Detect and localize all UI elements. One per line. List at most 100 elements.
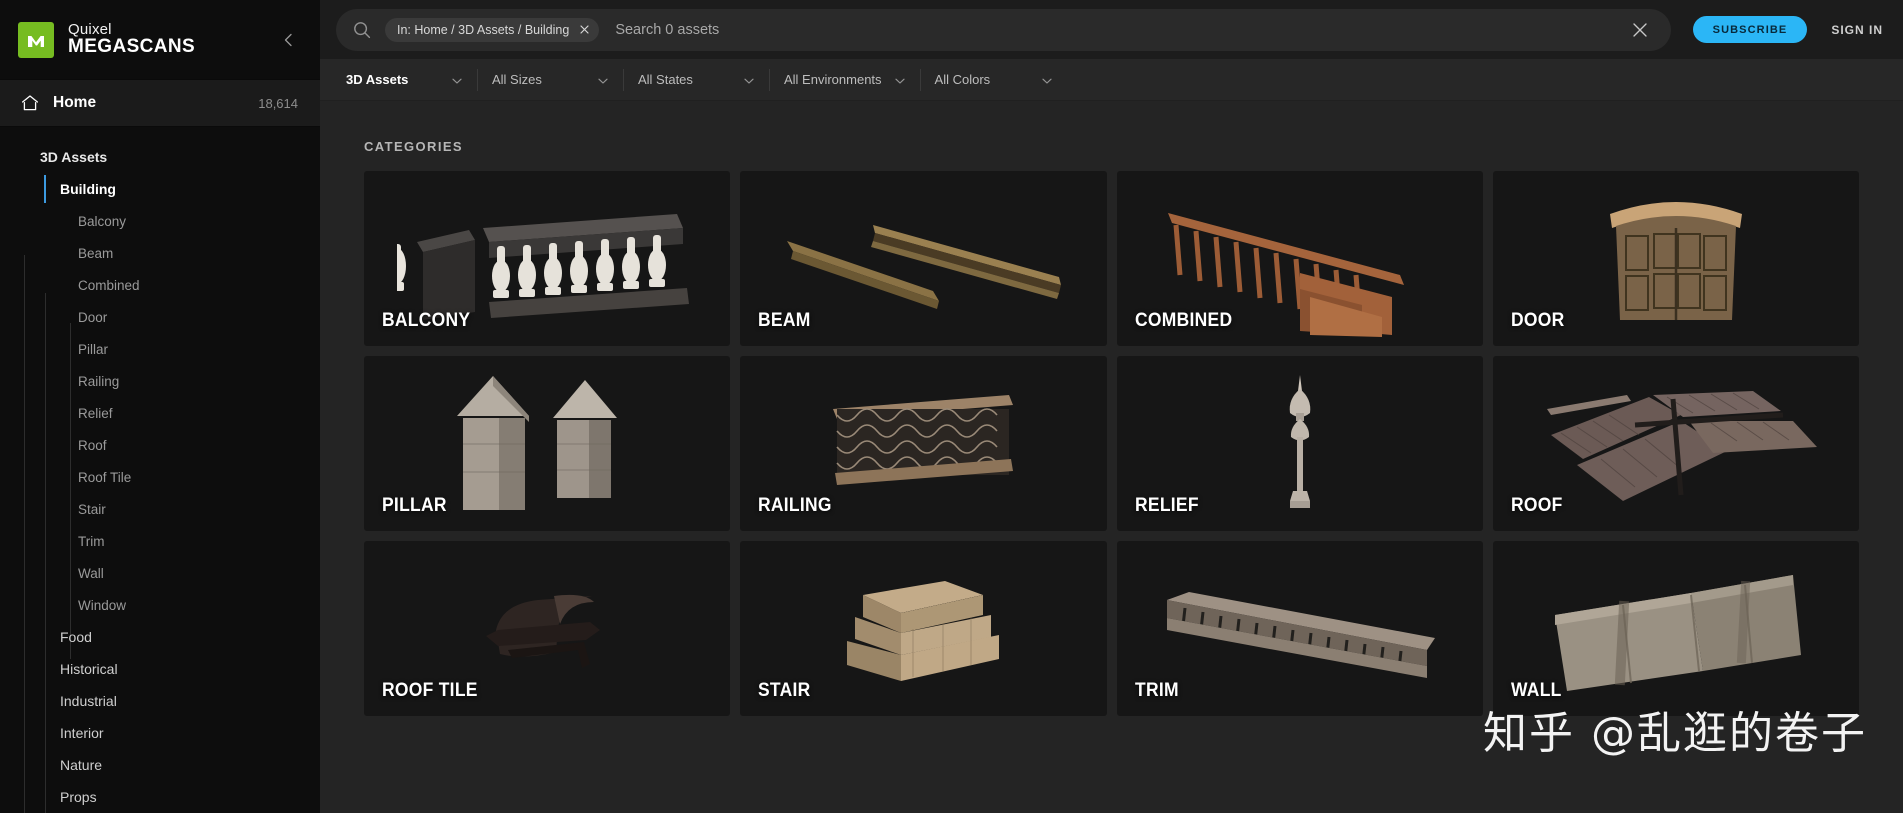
sidebar-item-label: Building [60,181,116,197]
sidebar-item-label: Props [60,789,97,805]
filter-all-colors[interactable]: All Colors [921,69,1067,91]
sidebar-item-historical[interactable]: Historical [0,653,320,685]
sidebar-item-home[interactable]: Home 18,614 [0,79,320,127]
sidebar-item-industrial[interactable]: Industrial [0,685,320,717]
category-card-balcony[interactable]: BALCONY [364,171,731,346]
content-area: CATEGORIES BALCONY BEAM COMBINED DOOR PILLAR… [320,101,1903,813]
sign-in-button[interactable]: SIGN IN [1831,23,1883,37]
category-tree: 3D Assets Building Balcony Beam Combined Door… [0,127,320,813]
sidebar-item-balcony[interactable]: Balcony [0,205,320,237]
chevron-down-icon [597,74,609,86]
chevron-down-icon [743,74,755,86]
category-card-label: STAIR [758,680,811,701]
category-card-stair[interactable]: STAIR [740,541,1107,716]
home-icon [20,93,40,113]
category-card-label: BALCONY [382,310,471,331]
category-card-label: BEAM [758,310,811,331]
section-title: CATEGORIES [364,139,463,154]
category-card-label: RAILING [758,495,833,516]
category-card-combined[interactable]: COMBINED [1116,171,1483,346]
filter-all-states[interactable]: All States [624,68,770,91]
category-card-wall[interactable]: WALL [1492,541,1859,716]
sidebar-item-label: Wall [78,565,104,581]
categories-grid: BALCONY BEAM COMBINED DOOR PILLAR RAILING RELI… [364,171,1859,716]
sidebar-item-nature[interactable]: Nature [0,749,320,781]
sidebar-item-label: Railing [78,373,120,389]
search-scope-chip[interactable]: In: Home / 3D Assets / Building [385,17,600,42]
sidebar-item-3d-assets[interactable]: 3D Assets [0,141,320,173]
sidebar-item-label: Historical [60,661,118,677]
category-card-label: ROOF [1510,495,1563,516]
category-card-roof[interactable]: ROOF [1492,356,1859,531]
sidebar-item-roof[interactable]: Roof [0,429,320,461]
sidebar-item-trim[interactable]: Trim [0,525,320,557]
close-icon[interactable] [577,22,592,37]
filter-all-sizes[interactable]: All Sizes [478,68,624,91]
category-card-roof-tile[interactable]: ROOF TILE [364,541,731,716]
sidebar-item-label: Balcony [78,213,127,229]
search-icon [352,20,372,40]
sidebar-item-label: Interior [60,725,104,741]
sidebar-item-pillar[interactable]: Pillar [0,333,320,365]
filter-label: All States [638,72,693,87]
subscribe-button[interactable]: SUBSCRIBE [1692,16,1808,43]
sidebar-item-interior[interactable]: Interior [0,717,320,749]
sidebar-item-door[interactable]: Door [0,301,320,333]
sidebar-item-label: Combined [78,277,140,293]
home-label: Home [53,94,97,111]
sidebar-item-building[interactable]: Building [0,173,320,205]
filter-label: 3D Assets [346,72,409,87]
brand-wordmark: Quixel MEGASCANS [68,22,195,57]
sidebar: Quixel MEGASCANS Home 18,614 3D Assets B… [0,0,320,813]
chevron-down-icon [894,74,906,86]
category-card-trim[interactable]: TRIM [1116,541,1483,716]
sidebar-item-label: Relief [78,405,113,421]
chevron-left-icon[interactable] [278,29,300,51]
sidebar-item-combined[interactable]: Combined [0,269,320,301]
sidebar-item-roof-tile[interactable]: Roof Tile [0,461,320,493]
brand-line-2: MEGASCANS [68,36,196,58]
filter-label: All Sizes [492,72,542,87]
sidebar-item-beam[interactable]: Beam [0,237,320,269]
search-scope-label: In: Home / 3D Assets / Building [397,22,570,37]
search-clear-icon[interactable] [1627,17,1653,43]
sidebar-item-label: Roof [78,437,107,453]
sidebar-item-props[interactable]: Props [0,781,320,813]
category-card-railing[interactable]: RAILING [740,356,1107,531]
filter-all-environments[interactable]: All Environments [770,68,921,91]
filter-label: All Environments [784,72,882,87]
category-card-relief[interactable]: RELIEF [1116,356,1483,531]
sidebar-item-label: Trim [78,533,105,549]
brand-line-1: Quixel [68,21,112,39]
sidebar-item-label: Roof Tile [78,469,132,485]
search-input[interactable] [615,21,1627,38]
category-card-label: TRIM [1134,680,1179,701]
m-monogram-icon [18,21,54,58]
filter-bar: 3D Assets All Sizes All States All Environm… [320,59,1903,101]
sidebar-item-food[interactable]: Food [0,621,320,653]
sidebar-item-wall[interactable]: Wall [0,557,320,589]
top-bar: In: Home / 3D Assets / Building SUBSCRIB… [320,0,1903,59]
sidebar-item-label: Industrial [60,693,117,709]
sidebar-item-label: 3D Assets [40,149,108,165]
category-card-door[interactable]: DOOR [1492,171,1859,346]
category-card-label: WALL [1510,680,1562,701]
category-card-label: COMBINED [1134,310,1232,331]
sidebar-item-relief[interactable]: Relief [0,397,320,429]
category-card-pillar[interactable]: PILLAR [364,356,731,531]
category-card-label: DOOR [1510,310,1565,331]
home-asset-count: 18,614 [258,95,298,111]
sidebar-item-label: Door [78,309,108,325]
sidebar-item-label: Food [60,629,92,645]
sidebar-item-label: Nature [60,757,103,773]
filter-3d-assets[interactable]: 3D Assets [332,68,478,91]
sidebar-item-railing[interactable]: Railing [0,365,320,397]
sidebar-item-label: Pillar [78,341,109,357]
category-card-label: PILLAR [382,495,447,516]
sidebar-item-window[interactable]: Window [0,589,320,621]
sidebar-item-stair[interactable]: Stair [0,493,320,525]
category-card-beam[interactable]: BEAM [740,171,1107,346]
search-bar[interactable]: In: Home / 3D Assets / Building [336,8,1671,51]
chevron-down-icon [1041,74,1053,86]
sidebar-item-label: Beam [78,245,114,261]
